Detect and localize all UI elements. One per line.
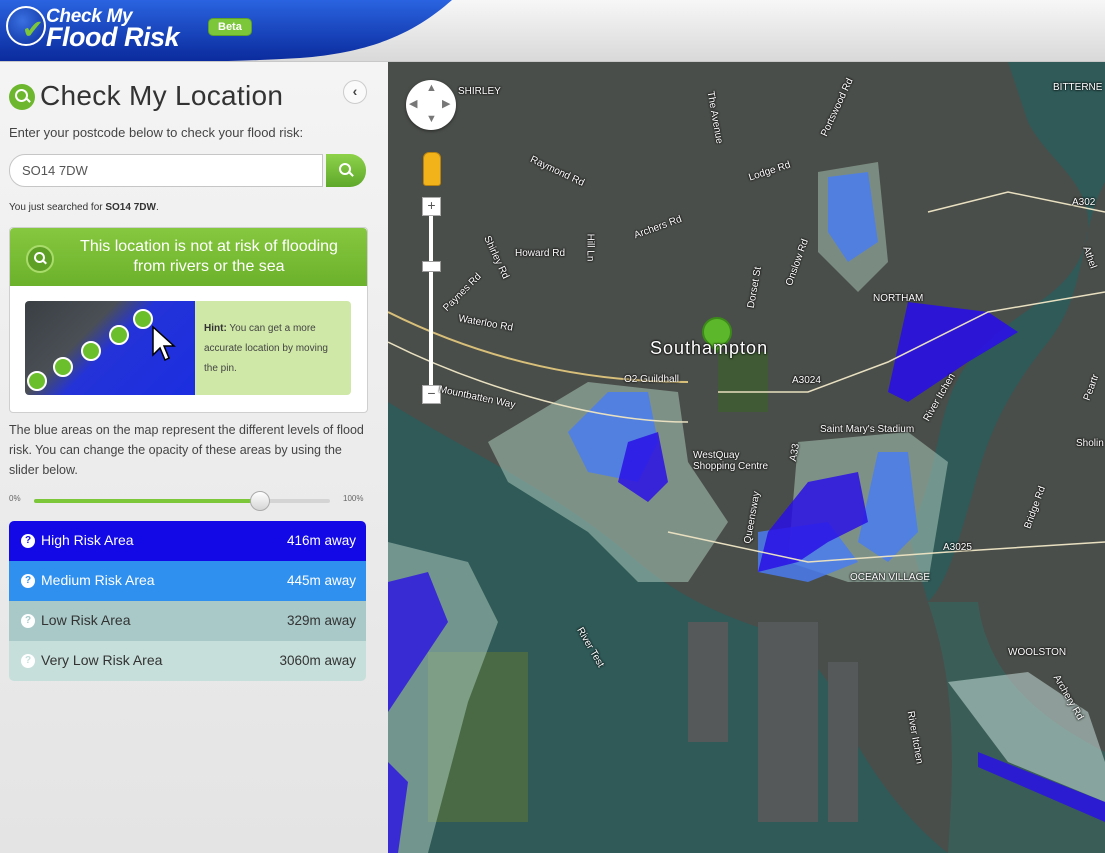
pan-up-icon[interactable]: ▲ <box>426 82 437 94</box>
risk-name: Medium Risk Area <box>41 572 155 588</box>
hint-box: Hint: You can get a more accurate locati… <box>195 301 351 395</box>
beta-badge: Beta <box>208 18 252 36</box>
map-label-howard-rd: Howard Rd <box>515 248 566 259</box>
street-view-pegman-icon[interactable] <box>423 152 441 186</box>
opacity-slider-handle[interactable] <box>249 491 270 511</box>
zoom-in-button[interactable]: + <box>422 197 441 216</box>
zoom-slider-handle[interactable] <box>422 261 441 272</box>
zoom-slider-track[interactable] <box>429 214 433 394</box>
map-pin-icon <box>81 341 101 361</box>
hint-text: Hint: You can get a more accurate locati… <box>204 323 328 374</box>
map-label-woolston: WOOLSTON <box>1008 647 1067 658</box>
map-pan-control[interactable]: ▲ ▼ ◀ ▶ <box>406 80 456 130</box>
result-message: This location is not at risk of flooding… <box>80 238 338 275</box>
search-icon <box>26 245 54 273</box>
help-icon[interactable]: ? <box>21 614 35 628</box>
risk-distance: 416m away <box>286 533 356 548</box>
chevron-left-icon: ‹ <box>352 83 358 99</box>
map-label-guildhall: O2 Guildhall <box>624 374 680 385</box>
postcode-instruction: Enter your postcode below to check your … <box>9 125 304 140</box>
pan-down-icon[interactable]: ▼ <box>426 113 437 125</box>
risk-distance: 3060m away <box>279 653 356 668</box>
flood-map[interactable]: ▲ ▼ ◀ ▶ + − SHIRLEY BITTERNE NORTHAM Sou… <box>388 62 1105 853</box>
opacity-slider[interactable] <box>34 491 330 511</box>
help-icon[interactable]: ? <box>21 654 35 668</box>
risk-distance: 329m away <box>286 613 356 628</box>
result-card: This location is not at risk of flooding… <box>9 227 368 413</box>
slider-max-label: 100% <box>343 494 364 503</box>
risk-row-low[interactable]: ? Low Risk Area 329m away <box>9 601 366 641</box>
map-label-a3024: A3024 <box>792 375 821 386</box>
help-icon[interactable]: ? <box>21 574 35 588</box>
risk-row-medium[interactable]: ? Medium Risk Area 445m away <box>9 561 366 601</box>
map-description: The blue areas on the map represent the … <box>9 423 364 477</box>
top-header: ✔ Check My Flood Risk Beta <box>0 0 1105 62</box>
brand-name-line2: Flood Risk <box>46 22 180 52</box>
risk-row-high[interactable]: ? High Risk Area 416m away <box>9 521 366 561</box>
hint-illustration <box>25 301 195 395</box>
map-pin-icon <box>27 371 47 391</box>
postcode-search <box>9 154 366 187</box>
searched-postcode: SO14 7DW <box>105 202 156 213</box>
collapse-sidebar-button[interactable]: ‹ <box>343 80 367 104</box>
map-label-shirley: SHIRLEY <box>458 86 501 97</box>
searched-notice: You just searched for SO14 7DW. <box>9 202 159 213</box>
opacity-slider-fill <box>34 499 259 503</box>
map-label-bitterne: BITTERNE <box>1053 82 1103 93</box>
postcode-input[interactable] <box>9 154 323 187</box>
map-label-hill-ln: Hill Ln <box>584 233 596 262</box>
map-label-st-marys: Saint Mary's Stadium <box>820 424 915 435</box>
risk-name: Very Low Risk Area <box>41 652 163 668</box>
risk-area-list: ? High Risk Area 416m away ? Medium Risk… <box>9 521 366 681</box>
pan-left-icon[interactable]: ◀ <box>409 97 417 110</box>
logo-icon[interactable]: ✔ <box>6 6 46 46</box>
map-label-northam: NORTHAM <box>873 293 924 304</box>
search-button[interactable] <box>326 154 366 187</box>
map-pin-icon <box>109 325 129 345</box>
risk-name: High Risk Area <box>41 532 134 548</box>
map-label-a302: A302 <box>1072 197 1096 208</box>
map-label-sholing: Sholin <box>1076 438 1104 449</box>
sidebar-panel: Check My Location ‹ Enter your postcode … <box>0 62 388 853</box>
help-icon[interactable]: ? <box>21 534 35 548</box>
result-banner: This location is not at risk of flooding… <box>10 228 367 286</box>
slider-min-label: 0% <box>9 494 21 503</box>
risk-name: Low Risk Area <box>41 612 131 628</box>
map-label-ocean-village: OCEAN VILLAGE <box>850 572 931 583</box>
map-label-southampton: Southampton <box>650 338 769 358</box>
page-title: Check My Location <box>40 80 284 111</box>
risk-row-very-low[interactable]: ? Very Low Risk Area 3060m away <box>9 641 366 681</box>
risk-distance: 445m away <box>286 573 356 588</box>
search-icon <box>9 84 35 110</box>
cursor-icon <box>152 325 176 362</box>
map-label-a3025: A3025 <box>943 542 972 553</box>
map-pin-icon <box>53 357 73 377</box>
pan-right-icon[interactable]: ▶ <box>442 97 450 110</box>
map-label-westquay: WestQuay Shopping Centre <box>693 450 769 472</box>
